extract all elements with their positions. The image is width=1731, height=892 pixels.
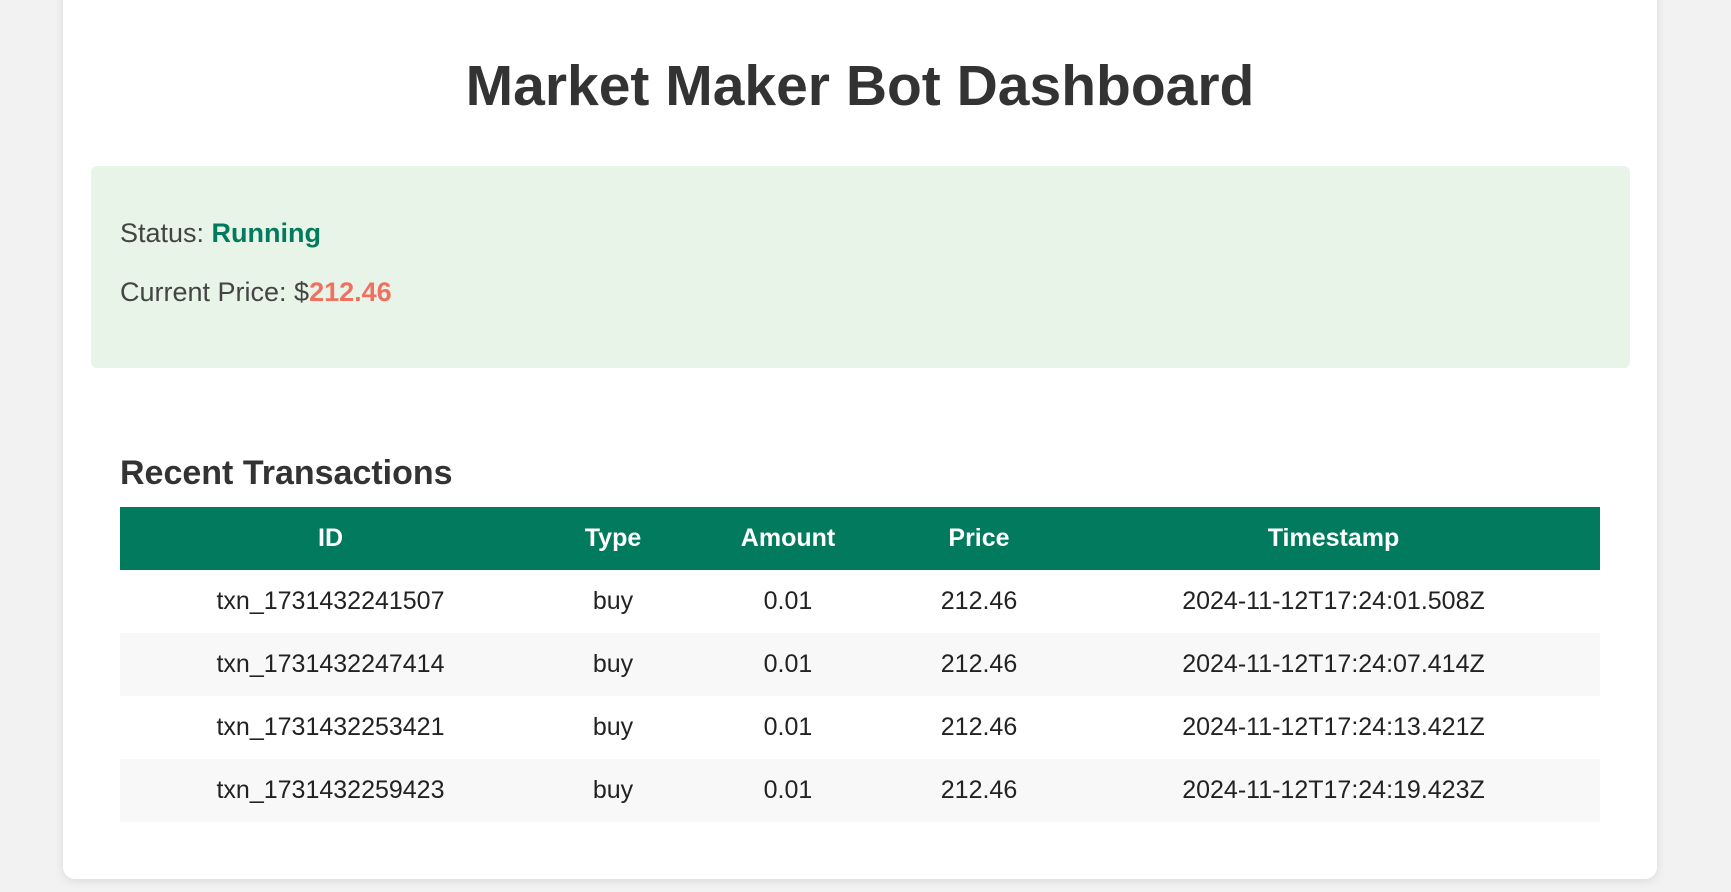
cell-price: 212.46 — [891, 696, 1067, 759]
cell-id: txn_1731432247414 — [120, 633, 541, 696]
cell-price: 212.46 — [891, 570, 1067, 633]
cell-timestamp: 2024-11-12T17:24:19.423Z — [1067, 759, 1600, 822]
cell-price: 212.46 — [891, 633, 1067, 696]
dashboard-card: Market Maker Bot Dashboard Status: Runni… — [63, 0, 1657, 879]
column-header-timestamp: Timestamp — [1067, 507, 1600, 570]
cell-type: buy — [541, 696, 685, 759]
transactions-table: ID Type Amount Price Timestamp txn_17314… — [120, 507, 1600, 822]
status-label: Status: — [120, 218, 212, 248]
status-value: Running — [211, 218, 322, 248]
page-title: Market Maker Bot Dashboard — [465, 54, 1255, 118]
table-row: txn_1731432241507 buy 0.01 212.46 2024-1… — [120, 570, 1600, 633]
cell-id: txn_1731432241507 — [120, 570, 541, 633]
current-price-label: Current Price: $ — [120, 277, 310, 307]
cell-amount: 0.01 — [685, 759, 891, 822]
cell-type: buy — [541, 759, 685, 822]
column-header-id: ID — [120, 507, 541, 570]
recent-transactions-title: Recent Transactions — [120, 454, 453, 492]
table-row: txn_1731432259423 buy 0.01 212.46 2024-1… — [120, 759, 1600, 822]
table-header-row: ID Type Amount Price Timestamp — [120, 507, 1600, 570]
cell-amount: 0.01 — [685, 696, 891, 759]
cell-timestamp: 2024-11-12T17:24:01.508Z — [1067, 570, 1600, 633]
cell-amount: 0.01 — [685, 633, 891, 696]
status-line: Status: Running — [120, 220, 321, 247]
cell-timestamp: 2024-11-12T17:24:13.421Z — [1067, 696, 1600, 759]
cell-id: txn_1731432259423 — [120, 759, 541, 822]
status-panel: Status: Running Current Price: $212.46 — [91, 166, 1630, 368]
column-header-type: Type — [541, 507, 685, 570]
column-header-price: Price — [891, 507, 1067, 570]
cell-type: buy — [541, 633, 685, 696]
cell-price: 212.46 — [891, 759, 1067, 822]
table-row: txn_1731432253421 buy 0.01 212.46 2024-1… — [120, 696, 1600, 759]
cell-timestamp: 2024-11-12T17:24:07.414Z — [1067, 633, 1600, 696]
current-price-line: Current Price: $212.46 — [120, 279, 392, 306]
column-header-amount: Amount — [685, 507, 891, 570]
cell-id: txn_1731432253421 — [120, 696, 541, 759]
current-price-value: 212.46 — [309, 277, 392, 307]
cell-amount: 0.01 — [685, 570, 891, 633]
cell-type: buy — [541, 570, 685, 633]
table-row: txn_1731432247414 buy 0.01 212.46 2024-1… — [120, 633, 1600, 696]
